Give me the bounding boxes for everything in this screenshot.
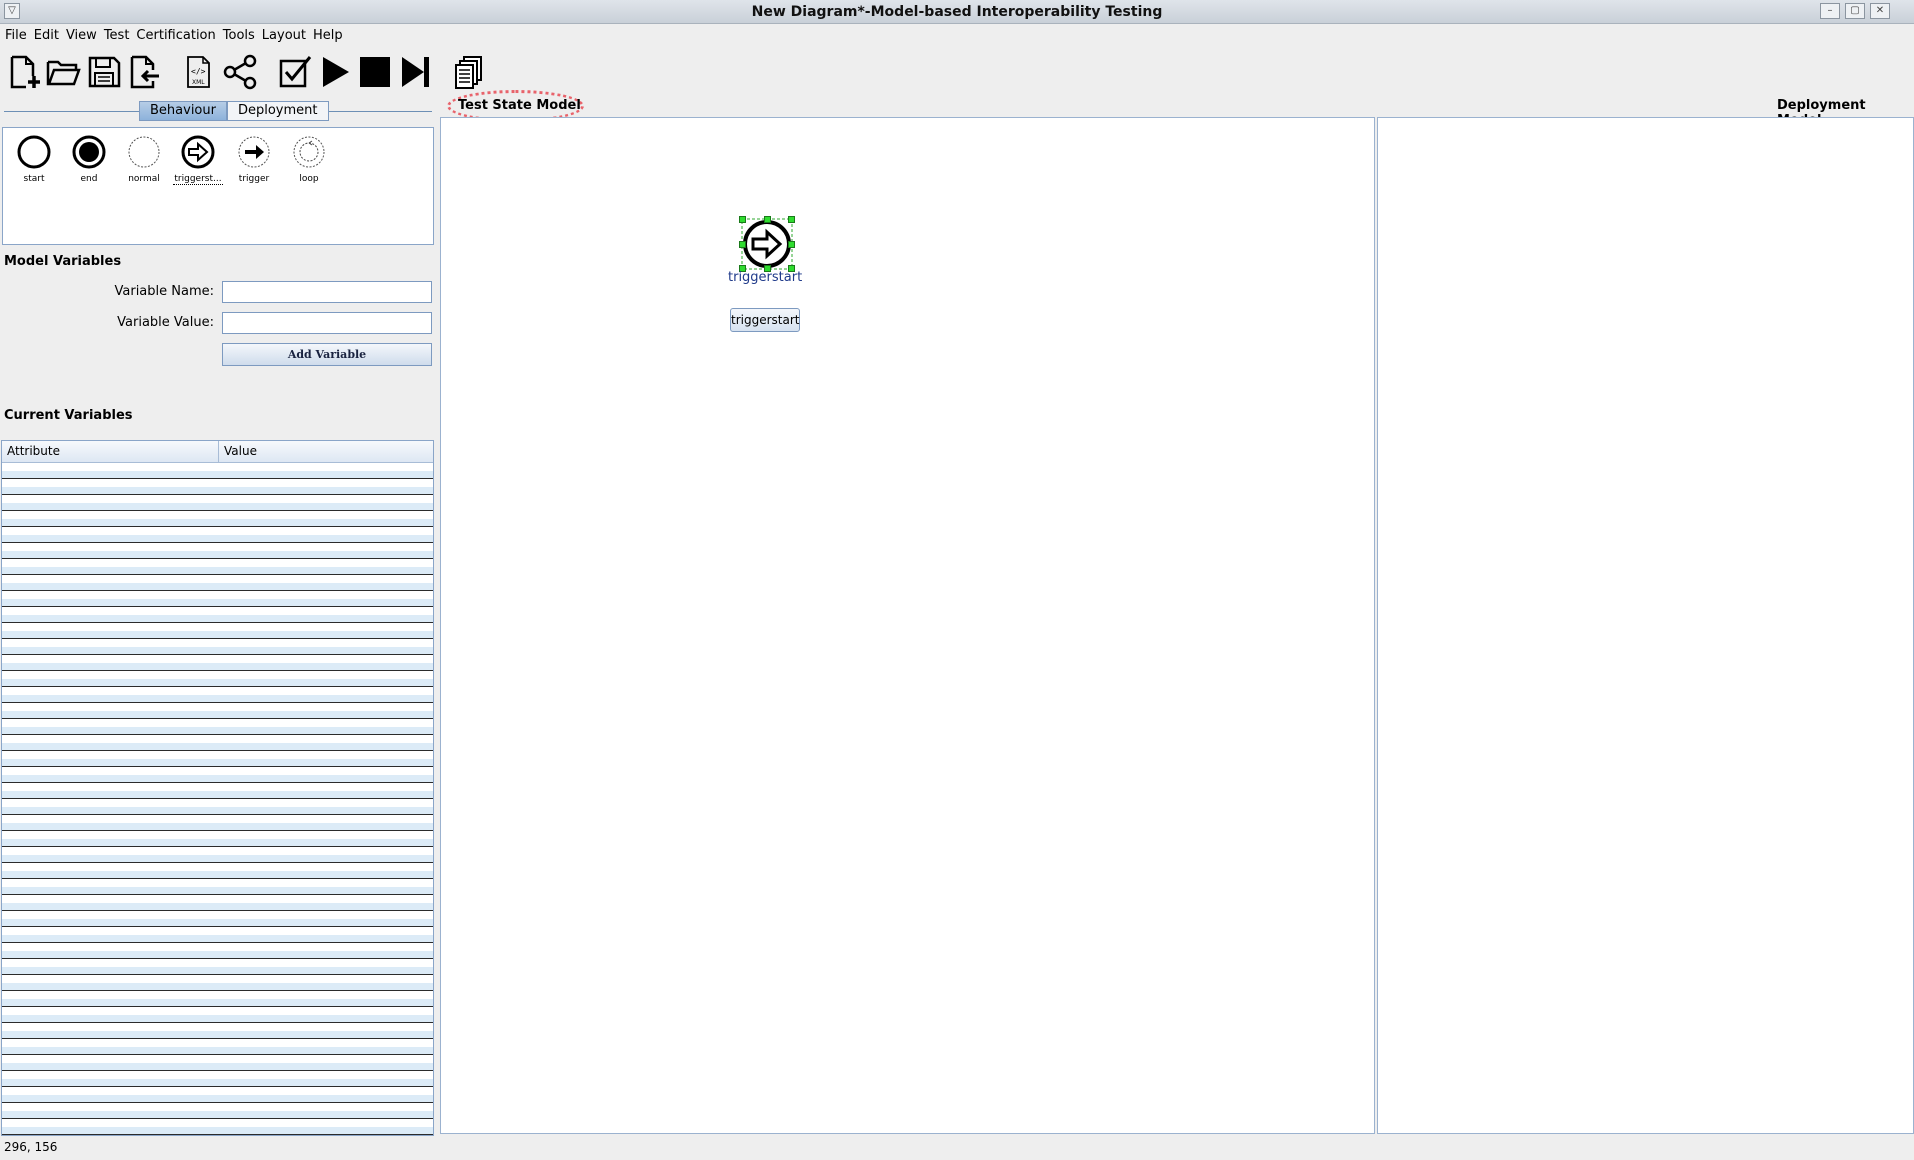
palette-item-start[interactable]: start: [9, 134, 59, 184]
current-variables-table[interactable]: Attribute Value: [1, 440, 434, 1136]
share-graph-icon[interactable]: [221, 52, 259, 92]
node-palette: start end normal triggerst... trigger lo…: [2, 127, 434, 245]
resize-handle[interactable]: [739, 241, 746, 248]
menu-edit[interactable]: Edit: [32, 28, 64, 43]
menu-help[interactable]: Help: [311, 28, 348, 43]
menu-test[interactable]: Test: [102, 28, 135, 43]
svg-text:XML: XML: [192, 79, 205, 86]
resize-handle[interactable]: [764, 216, 771, 223]
play-icon[interactable]: [316, 52, 354, 92]
variable-name-label: Variable Name:: [114, 284, 215, 299]
trigger-node-icon: [238, 136, 270, 168]
save-icon[interactable]: [85, 52, 123, 92]
close-icon[interactable]: ✕: [1870, 3, 1890, 19]
palette-label: end: [80, 174, 98, 184]
palette-label: normal: [128, 174, 160, 184]
new-file-icon[interactable]: [5, 52, 43, 92]
palette-item-end[interactable]: end: [64, 134, 114, 184]
menu-tools[interactable]: Tools: [221, 28, 260, 43]
svg-text:</>: </>: [191, 67, 206, 76]
window-title: New Diagram*-Model-based Interoperabilit…: [751, 4, 1163, 20]
palette-item-loop[interactable]: loop: [284, 134, 334, 184]
title-bar: ▽ New Diagram*-Model-based Interoperabil…: [0, 0, 1914, 24]
column-header-value[interactable]: Value: [219, 441, 257, 462]
palette-label: trigger: [238, 174, 270, 184]
minimize-icon[interactable]: –: [1820, 3, 1840, 19]
palette-item-triggerstart[interactable]: triggerst...: [173, 134, 223, 185]
triggerstart-node[interactable]: [738, 215, 796, 273]
import-icon[interactable]: [125, 52, 163, 92]
stop-icon[interactable]: [356, 52, 394, 92]
xml-export-icon[interactable]: </> XML: [180, 52, 218, 92]
tab-behaviour[interactable]: Behaviour: [139, 101, 227, 121]
menu-layout[interactable]: Layout: [260, 28, 311, 43]
loop-node-icon: [293, 136, 325, 168]
step-forward-icon[interactable]: [396, 52, 434, 92]
table-rows: [2, 463, 433, 1135]
maximize-icon[interactable]: ▢: [1845, 3, 1865, 19]
table-header: Attribute Value: [2, 441, 433, 463]
report-documents-icon[interactable]: [450, 52, 488, 92]
resize-handle[interactable]: [788, 241, 795, 248]
model-variables-heading: Model Variables: [4, 254, 122, 269]
cursor-coordinates: 296, 156: [4, 1140, 58, 1154]
current-variables-heading: Current Variables: [4, 408, 133, 423]
menu-certification[interactable]: Certification: [134, 28, 220, 43]
menu-view[interactable]: View: [64, 28, 102, 43]
palette-item-normal[interactable]: normal: [119, 134, 169, 184]
deployment-model-canvas[interactable]: [1377, 117, 1914, 1134]
triggerstart-node-icon: [181, 135, 215, 169]
add-variable-button[interactable]: Add Variable: [222, 343, 432, 366]
palette-label: loop: [299, 174, 319, 184]
column-header-attribute[interactable]: Attribute: [2, 441, 219, 462]
test-state-model-title: Test State Model: [458, 98, 581, 113]
palette-item-trigger[interactable]: trigger: [229, 134, 279, 184]
node-button[interactable]: triggerstart: [730, 308, 800, 332]
palette-tabs: Behaviour Deployment: [139, 101, 329, 121]
menu-file[interactable]: File: [3, 28, 32, 43]
palette-label: start: [23, 174, 45, 184]
variable-value-field[interactable]: [222, 312, 432, 334]
open-folder-icon[interactable]: [44, 52, 82, 92]
start-node-icon: [17, 135, 51, 169]
resize-handle[interactable]: [739, 216, 746, 223]
variable-name-field[interactable]: [222, 281, 432, 303]
toolbar: </> XML: [0, 48, 1914, 98]
test-state-model-canvas[interactable]: [440, 117, 1375, 1134]
normal-node-icon: [128, 136, 160, 168]
end-node-icon: [72, 135, 106, 169]
resize-handle[interactable]: [788, 216, 795, 223]
palette-label: triggerst...: [173, 174, 223, 185]
tab-deployment[interactable]: Deployment: [226, 101, 329, 121]
validate-check-icon[interactable]: [276, 52, 314, 92]
menu-bar: File Edit View Test Certification Tools …: [0, 24, 1914, 46]
node-label: triggerstart: [728, 270, 803, 285]
variable-value-label: Variable Value:: [117, 315, 214, 330]
